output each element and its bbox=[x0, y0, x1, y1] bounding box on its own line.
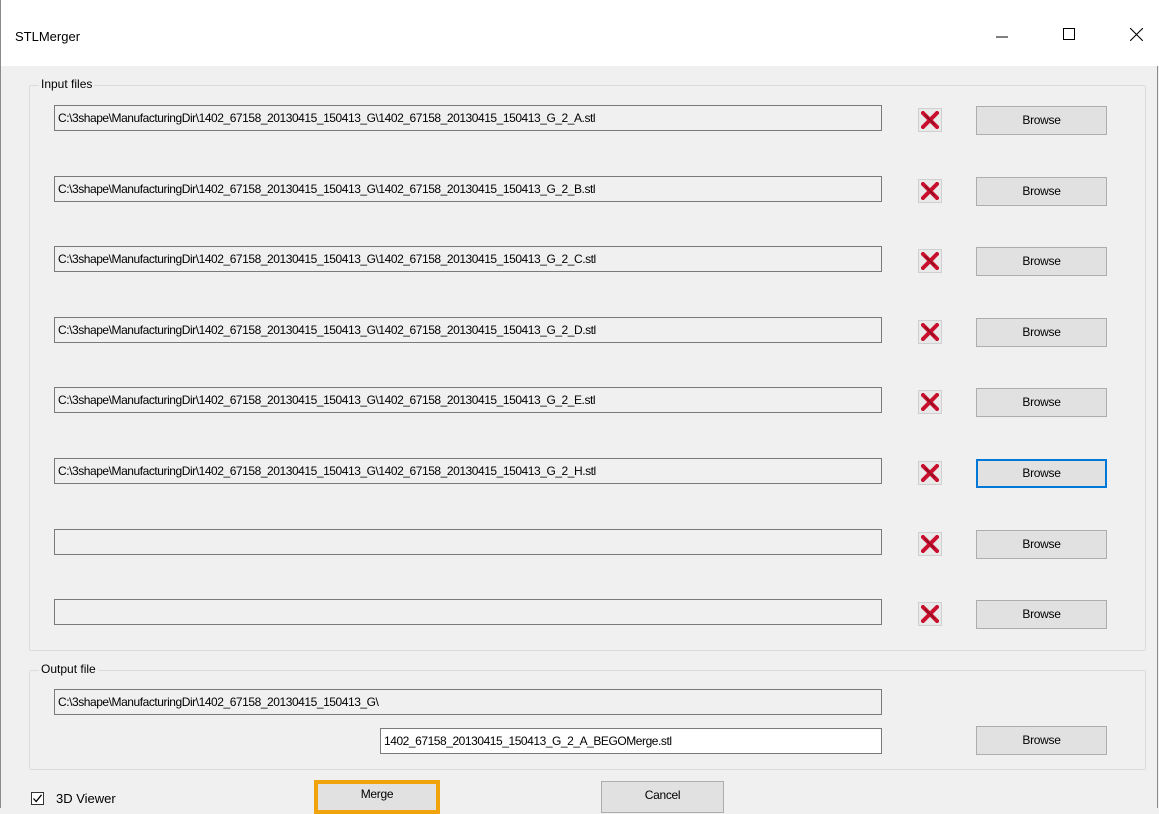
input-file-field[interactable]: C:\3shape\ManufacturingDir\1402_67158_20… bbox=[54, 176, 882, 202]
remove-file-button[interactable] bbox=[918, 108, 942, 132]
delete-x-icon bbox=[921, 111, 939, 129]
input-file-field[interactable] bbox=[54, 599, 882, 625]
title-bar: STLMerger bbox=[1, 0, 1159, 66]
output-file-group bbox=[29, 670, 1146, 770]
maximize-icon bbox=[1063, 28, 1075, 40]
output-filename-field[interactable]: 1402_67158_20130415_150413_G_2_A_BEGOMer… bbox=[380, 728, 882, 754]
window-title: STLMerger bbox=[15, 29, 81, 44]
maximize-button[interactable] bbox=[1046, 18, 1092, 50]
close-button[interactable] bbox=[1113, 18, 1159, 50]
browse-button[interactable]: Browse bbox=[976, 106, 1107, 135]
remove-file-button[interactable] bbox=[918, 390, 942, 414]
browse-button[interactable]: Browse bbox=[976, 247, 1107, 276]
delete-x-icon bbox=[921, 252, 939, 270]
input-file-field[interactable]: C:\3shape\ManufacturingDir\1402_67158_20… bbox=[54, 246, 882, 272]
minimize-icon bbox=[996, 36, 1008, 38]
delete-x-icon bbox=[921, 393, 939, 411]
input-file-field[interactable]: C:\3shape\ManufacturingDir\1402_67158_20… bbox=[54, 458, 882, 484]
minimize-button[interactable] bbox=[979, 18, 1025, 50]
output-file-legend: Output file bbox=[39, 662, 98, 676]
remove-file-button[interactable] bbox=[918, 461, 942, 485]
browse-button[interactable]: Browse bbox=[976, 459, 1107, 488]
input-file-field[interactable]: C:\3shape\ManufacturingDir\1402_67158_20… bbox=[54, 387, 882, 413]
cancel-button[interactable]: Cancel bbox=[601, 781, 724, 813]
3d-viewer-checkbox[interactable] bbox=[31, 792, 44, 805]
delete-x-icon bbox=[921, 323, 939, 341]
output-browse-button[interactable]: Browse bbox=[976, 726, 1107, 755]
close-icon bbox=[1129, 27, 1143, 41]
remove-file-button[interactable] bbox=[918, 320, 942, 344]
output-directory-field[interactable]: C:\3shape\ManufacturingDir\1402_67158_20… bbox=[54, 689, 882, 715]
input-file-field[interactable]: C:\3shape\ManufacturingDir\1402_67158_20… bbox=[54, 105, 882, 131]
remove-file-button[interactable] bbox=[918, 179, 942, 203]
delete-x-icon bbox=[921, 182, 939, 200]
3d-viewer-label: 3D Viewer bbox=[56, 791, 116, 806]
delete-x-icon bbox=[921, 464, 939, 482]
app-window: STLMerger Input files C:\3shape\Manufact… bbox=[0, 0, 1159, 814]
input-file-field[interactable] bbox=[54, 529, 882, 555]
remove-file-button[interactable] bbox=[918, 532, 942, 556]
input-files-legend: Input files bbox=[39, 77, 95, 91]
delete-x-icon bbox=[921, 535, 939, 553]
browse-button[interactable]: Browse bbox=[976, 177, 1107, 206]
checkmark-icon bbox=[33, 794, 43, 803]
delete-x-icon bbox=[921, 605, 939, 623]
input-files-group bbox=[29, 85, 1146, 651]
browse-button[interactable]: Browse bbox=[976, 530, 1107, 559]
input-file-field[interactable]: C:\3shape\ManufacturingDir\1402_67158_20… bbox=[54, 317, 882, 343]
remove-file-button[interactable] bbox=[918, 602, 942, 626]
remove-file-button[interactable] bbox=[918, 249, 942, 273]
browse-button[interactable]: Browse bbox=[976, 600, 1107, 629]
browse-button[interactable]: Browse bbox=[976, 388, 1107, 417]
browse-button[interactable]: Browse bbox=[976, 318, 1107, 347]
